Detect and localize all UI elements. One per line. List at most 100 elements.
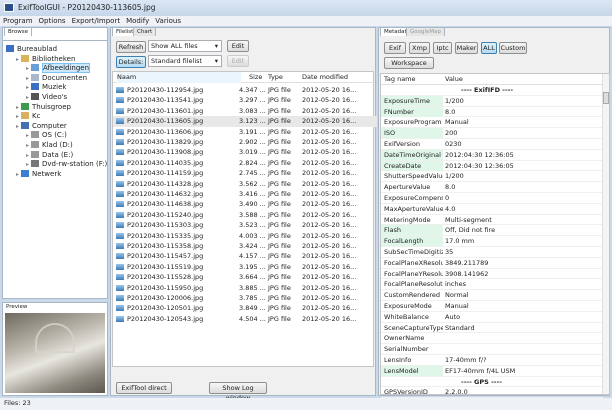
tree-item[interactable]: ▸ Bibliotheken — [16, 54, 75, 63]
file-row[interactable]: P20120430-115950.jpg 3.885 ... JPG file 201… — [113, 283, 377, 293]
menu-options[interactable]: Options — [39, 17, 66, 25]
file-row[interactable]: P20120430-115457.jpg 4.157 ... JPG file 201… — [113, 251, 377, 261]
expand-arrow-icon[interactable]: ▸ — [16, 56, 19, 63]
metadata-row[interactable]: WhiteBalance Auto — [381, 312, 603, 323]
file-row[interactable]: P20120430-113908.jpg 3.019 ... JPG file 201… — [113, 147, 377, 157]
filter-maker-button[interactable]: Maker — [455, 42, 478, 54]
refresh-button[interactable]: Refresh — [116, 41, 146, 53]
tree-item[interactable]: ▸ Thuisgroep — [16, 102, 71, 111]
file-row[interactable]: P20120430-114035.jpg 2.824 ... JPG file 201… — [113, 158, 377, 168]
filter-iptc-button[interactable]: Iptc — [433, 42, 452, 54]
column-value[interactable]: Value — [445, 74, 463, 85]
tree-item[interactable]: Bureaublad — [6, 45, 57, 53]
filter-xmp-button[interactable]: Xmp — [409, 42, 430, 54]
expand-arrow-icon[interactable]: ▸ — [26, 84, 29, 91]
file-row[interactable]: P20120430-115335.jpg 4.003 ... JPG file 201… — [113, 231, 377, 241]
file-row[interactable]: P20120430-120501.jpg 3.849 ... JPG file 201… — [113, 303, 377, 313]
metadata-row[interactable]: ExposureTime 1/200 — [381, 95, 603, 107]
edit-view-button[interactable]: Edit — [227, 55, 249, 67]
menu-program[interactable]: Program — [3, 17, 33, 25]
metadata-row[interactable]: GPSVersionID 2.2.0.0 — [381, 387, 603, 399]
menu-export-import[interactable]: Export/Import — [72, 17, 121, 25]
expand-arrow-icon[interactable]: ▸ — [16, 113, 19, 120]
expand-arrow-icon[interactable]: ▸ — [26, 65, 29, 72]
expand-arrow-icon[interactable]: ▸ — [16, 171, 19, 178]
metadata-row[interactable]: CustomRendered Normal — [381, 290, 603, 301]
metadata-row[interactable]: LensInfo 17-40mm f/? — [381, 355, 603, 366]
expand-arrow-icon[interactable]: ▸ — [16, 123, 19, 130]
tree-item[interactable]: ▸ OS (C:) — [26, 131, 67, 139]
metadata-row[interactable]: ISO 200 — [381, 128, 603, 139]
filter-exif-button[interactable]: Exif — [384, 42, 406, 54]
file-row[interactable]: P20120430-114638.jpg 3.490 ... JPG file 201… — [113, 199, 377, 209]
metadata-row[interactable]: ExposureProgram Manual — [381, 117, 603, 129]
metadata-row[interactable]: OwnerName — [381, 333, 603, 345]
file-row[interactable]: P20120430-120543.jpg 4.504 ... JPG file 201… — [113, 314, 377, 324]
file-row[interactable]: P20120430-112954.jpg 4.347 ... JPG file 201… — [113, 85, 377, 95]
file-row[interactable]: P20120430-113606.jpg 3.191 ... JPG file 201… — [113, 127, 377, 137]
tab-browse[interactable]: Browse — [4, 27, 33, 36]
expand-arrow-icon[interactable]: ▸ — [26, 152, 29, 159]
file-row[interactable]: P20120430-114328.jpg 3.562 ... JPG file 201… — [113, 179, 377, 189]
exiftool-direct-button[interactable]: ExifTool direct — [116, 382, 172, 394]
expand-arrow-icon[interactable]: ▸ — [26, 94, 29, 101]
workspace-button[interactable]: Workspace — [384, 57, 434, 69]
metadata-row[interactable]: ExposureCompensati0 — [381, 193, 603, 204]
tree-item[interactable]: ▸ Data (E:) — [26, 150, 73, 159]
metadata-row[interactable]: FocalPlaneYResolutic3908.141962 — [381, 269, 603, 280]
column-size[interactable]: Size — [249, 72, 262, 83]
section-header-row[interactable]: ---- GPS ---- — [381, 377, 603, 388]
tree-item[interactable]: ▸ Kc — [16, 112, 40, 120]
tree-item[interactable]: ▸ Netwerk — [16, 169, 61, 178]
metadata-row[interactable]: FocalLength 17.0 mm — [381, 236, 603, 247]
file-row[interactable]: P20120430-115240.jpg 3.588 ... JPG file 201… — [113, 210, 377, 220]
metadata-row[interactable]: ShutterSpeedValue 1/200 — [381, 171, 603, 183]
metadata-row[interactable]: FocalPlaneXResolutic3849.211789 — [381, 258, 603, 269]
metadata-row[interactable]: Flash Off, Did not fire — [381, 225, 603, 237]
file-row[interactable]: P20120430-115519.jpg 3.195 ... JPG file 201… — [113, 262, 377, 272]
tree-item[interactable]: ▸ Video's — [26, 93, 67, 101]
details-button[interactable]: Details: — [116, 56, 146, 68]
tab-chart[interactable]: Chart — [133, 27, 157, 36]
expand-arrow-icon[interactable]: ▸ — [26, 75, 29, 82]
file-row[interactable]: P20120430-113601.jpg 3.083 ... JPG file 201… — [113, 106, 377, 116]
metadata-row[interactable]: SubSecTimeDigitizec35 — [381, 247, 603, 258]
file-row[interactable]: P20120430-115528.jpg 3.664 ... JPG file 201… — [113, 272, 377, 282]
filter-all-button[interactable]: ALL — [481, 42, 497, 54]
tree-item[interactable]: ▸ Afbeeldingen — [26, 63, 91, 74]
expand-arrow-icon[interactable]: ▸ — [26, 132, 29, 139]
expand-arrow-icon[interactable]: ▸ — [16, 104, 19, 111]
file-row[interactable]: P20120430-113541.jpg 3.297 ... JPG file 201… — [113, 95, 377, 105]
metadata-row[interactable]: MeteringMode Multi-segment — [381, 215, 603, 226]
file-row[interactable]: P20120430-115303.jpg 3.523 ... JPG file 201… — [113, 220, 377, 230]
tree-item[interactable]: ▸ Dvd-rw-station (F:) — [26, 160, 107, 168]
metadata-row[interactable]: FNumber 8.0 — [381, 106, 603, 118]
tree-item[interactable]: ▸ Computer — [16, 121, 67, 130]
metadata-row[interactable]: SerialNumber — [381, 344, 603, 355]
metadata-row[interactable]: DateTimeOriginal 2012:04:30 12:36:05 — [381, 149, 603, 161]
metadata-row[interactable]: LensModel EF17-40mm f/4L USM — [381, 365, 603, 377]
metadata-scrollbar[interactable] — [602, 74, 609, 394]
file-row[interactable]: P20120430-113829.jpg 2.902 ... JPG file 201… — [113, 137, 377, 147]
file-row[interactable]: P20120430-120006.jpg 3.785 ... JPG file 201… — [113, 293, 377, 303]
menu-various[interactable]: Various — [155, 17, 181, 25]
metadata-row[interactable]: ExposureMode Manual — [381, 301, 603, 312]
metadata-row[interactable]: ApertureValue 8.0 — [381, 182, 603, 193]
metadata-row[interactable]: MaxApertureValue 4.0 — [381, 204, 603, 215]
expand-arrow-icon[interactable]: ▸ — [26, 161, 29, 168]
tree-item[interactable]: ▸ Documenten — [26, 73, 87, 82]
show-log-button[interactable]: Show Log window — [209, 382, 267, 402]
tree-item[interactable]: ▸ Klad (D:) — [26, 141, 73, 149]
scrollbar-thumb[interactable] — [603, 92, 609, 104]
column-tag-name[interactable]: Tag name — [384, 74, 416, 85]
metadata-row[interactable]: SceneCaptureType Standard — [381, 323, 603, 334]
metadata-row[interactable]: CreateDate 2012:04:30 12:36:05 — [381, 160, 603, 172]
section-header-row[interactable]: ---- ExifIFD ---- — [381, 85, 603, 96]
column-name[interactable]: Naam — [117, 72, 241, 83]
expand-arrow-icon[interactable]: ▸ — [26, 142, 29, 149]
column-date[interactable]: Date modified — [302, 72, 348, 83]
file-row[interactable]: P20120430-115358.jpg 3.424 ... JPG file 201… — [113, 241, 377, 251]
filter-custom-button[interactable]: Custom — [499, 42, 527, 54]
metadata-row[interactable]: FocalPlaneResolutioninches — [381, 279, 603, 291]
column-type[interactable]: Type — [268, 72, 283, 83]
